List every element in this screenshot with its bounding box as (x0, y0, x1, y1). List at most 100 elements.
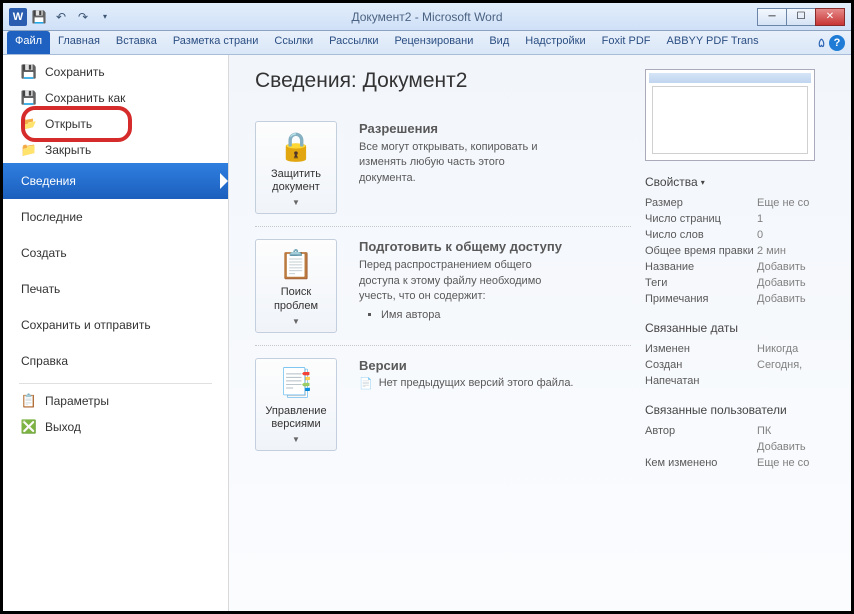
property-value[interactable]: Добавить (757, 293, 806, 305)
sidebar-item-exit[interactable]: ❎Выход (3, 414, 228, 440)
titlebar: W 💾 ↶ ↷ ▾ Документ2 - Microsoft Word ─ ☐… (3, 3, 851, 31)
property-key: Изменен (645, 343, 757, 355)
sidebar-item-help[interactable]: Справка (3, 343, 228, 379)
section-permissions: 🔒 Защитить документ ▼ Разрешения Все мог… (255, 109, 631, 227)
property-key: Название (645, 261, 757, 273)
property-row: ТегиДобавить (645, 275, 841, 291)
check-issues-button[interactable]: 📋 Поиск проблем ▼ (255, 239, 337, 332)
exit-icon: ❎ (21, 419, 37, 435)
button-label: Поиск проблем (260, 286, 332, 312)
content-main: Сведения: Документ2 🔒 Защитить документ … (255, 69, 631, 597)
sidebar-item-saveas[interactable]: 💾 Сохранить как (3, 85, 228, 111)
property-value[interactable]: Еще не со (757, 457, 809, 469)
sidebar-item-label: Создать (21, 246, 67, 260)
dropdown-icon: ▼ (292, 435, 300, 444)
close-button[interactable]: ✕ (815, 8, 845, 26)
dropdown-icon: ▼ (292, 317, 300, 326)
section-heading: Разрешения (359, 121, 559, 136)
sidebar-item-recent[interactable]: Последние (3, 199, 228, 235)
dates-heading: Связанные даты (645, 321, 841, 335)
sidebar-item-print[interactable]: Печать (3, 271, 228, 307)
ribbon-collapse-icon[interactable]: ۵ (818, 35, 825, 51)
sidebar-item-new[interactable]: Создать (3, 235, 228, 271)
sidebar-item-options[interactable]: 📋Параметры (3, 388, 228, 414)
sidebar-item-save[interactable]: 💾Сохранить (3, 59, 228, 85)
maximize-button[interactable]: ☐ (786, 8, 816, 26)
property-key: Создан (645, 359, 757, 371)
section-heading: Версии (359, 358, 574, 373)
property-key: Общее время правки (645, 245, 757, 257)
content-side: Свойства▾ РазмерЕще не соЧисло страниц1Ч… (641, 69, 841, 597)
tab-file[interactable]: Файл (7, 31, 50, 54)
content: Сведения: Документ2 🔒 Защитить документ … (229, 55, 851, 611)
section-heading: Подготовить к общему доступу (359, 239, 562, 254)
section-prepare: 📋 Поиск проблем ▼ Подготовить к общему д… (255, 227, 631, 345)
property-value[interactable]: 1 (757, 213, 763, 225)
redo-icon[interactable]: ↷ (73, 7, 93, 27)
property-row: Добавить (645, 439, 841, 455)
sidebar-item-open[interactable]: 📂Открыть (3, 111, 228, 137)
help-icon[interactable]: ? (829, 35, 845, 51)
property-key: Автор (645, 425, 757, 437)
saveas-icon: 💾 (21, 90, 37, 106)
property-value[interactable]: Добавить (757, 441, 806, 453)
property-value[interactable]: 0 (757, 229, 763, 241)
property-value[interactable]: Добавить (757, 277, 806, 289)
sidebar-item-close[interactable]: 📁Закрыть (3, 137, 228, 163)
qat-dropdown-icon[interactable]: ▾ (95, 7, 115, 27)
properties-list: РазмерЕще не соЧисло страниц1Число слов0… (645, 195, 841, 307)
section-body: Перед распространением общего доступа к … (359, 258, 559, 304)
sidebar-item-label: Последние (21, 210, 83, 224)
dates-list: ИзмененНикогдаСозданСегодня,Напечатан (645, 341, 841, 389)
property-value[interactable]: Никогда (757, 343, 798, 355)
tab-references[interactable]: Ссылки (266, 31, 321, 54)
tab-insert[interactable]: Вставка (108, 31, 165, 54)
manage-versions-button[interactable]: 📑 Управление версиями ▼ (255, 358, 337, 451)
property-row: СозданСегодня, (645, 357, 841, 373)
property-key: Размер (645, 197, 757, 209)
section-text: Версии 📄 Нет предыдущих версий этого фай… (359, 358, 574, 451)
sidebar-item-share[interactable]: Сохранить и отправить (3, 307, 228, 343)
tab-review[interactable]: Рецензировани (387, 31, 482, 54)
close-doc-icon: 📁 (21, 142, 37, 158)
property-value[interactable]: Еще не со (757, 197, 809, 209)
property-row: Кем измененоЕще не со (645, 455, 841, 471)
sidebar-separator (19, 383, 212, 384)
property-key: Теги (645, 277, 757, 289)
protect-document-button[interactable]: 🔒 Защитить документ ▼ (255, 121, 337, 214)
property-value[interactable]: ПК (757, 425, 771, 437)
sidebar-item-label: Сохранить как (45, 91, 125, 105)
tab-mailings[interactable]: Рассылки (321, 31, 386, 54)
property-row: ИзмененНикогда (645, 341, 841, 357)
sidebar-item-label: Сохранить и отправить (21, 318, 151, 332)
tab-abbyy[interactable]: ABBYY PDF Trans (659, 31, 767, 54)
page-icon: 📄 (359, 377, 373, 390)
undo-icon[interactable]: ↶ (51, 7, 71, 27)
property-value[interactable]: 2 мин (757, 245, 786, 257)
property-row: Напечатан (645, 373, 841, 389)
sidebar-item-label: Открыть (45, 117, 92, 131)
property-value[interactable]: Добавить (757, 261, 806, 273)
property-row: НазваниеДобавить (645, 259, 841, 275)
save-icon: 💾 (21, 64, 37, 80)
document-thumbnail[interactable] (645, 69, 815, 161)
sidebar-item-info[interactable]: Сведения (3, 163, 228, 199)
minimize-button[interactable]: ─ (757, 8, 787, 26)
word-icon[interactable]: W (9, 8, 27, 26)
save-icon[interactable]: 💾 (29, 7, 49, 27)
tab-foxit[interactable]: Foxit PDF (594, 31, 659, 54)
property-key: Кем изменено (645, 457, 757, 469)
properties-dropdown[interactable]: Свойства▾ (645, 175, 841, 189)
property-row: Общее время правки2 мин (645, 243, 841, 259)
section-text: Разрешения Все могут открывать, копирова… (359, 121, 559, 214)
property-key: Примечания (645, 293, 757, 305)
property-value[interactable]: Сегодня, (757, 359, 802, 371)
sidebar-item-label: Параметры (45, 394, 109, 408)
tab-view[interactable]: Вид (481, 31, 517, 54)
tab-addins[interactable]: Надстройки (517, 31, 593, 54)
version-text: Нет предыдущих версий этого файла. (379, 377, 574, 389)
window-controls: ─ ☐ ✕ (758, 8, 845, 26)
tab-home[interactable]: Главная (50, 31, 108, 54)
property-row: Число страниц1 (645, 211, 841, 227)
tab-pagelayout[interactable]: Разметка страни (165, 31, 267, 54)
